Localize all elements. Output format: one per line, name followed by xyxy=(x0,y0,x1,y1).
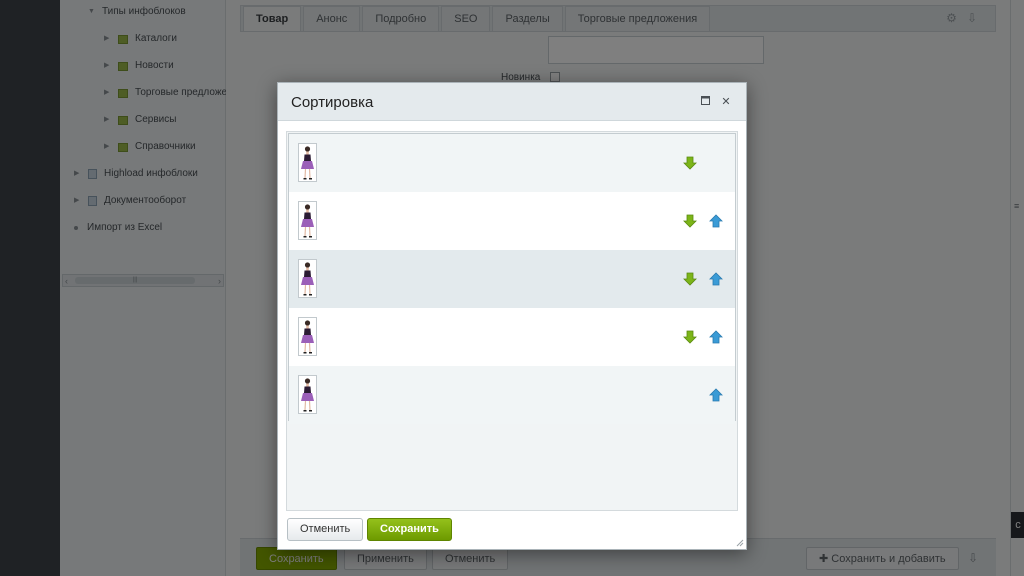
product-thumbnail xyxy=(298,259,317,298)
move-up-icon[interactable] xyxy=(709,388,723,402)
dialog-body xyxy=(286,131,738,511)
dialog-footer: Отменить Сохранить xyxy=(278,511,746,549)
move-down-icon[interactable] xyxy=(683,214,697,228)
sort-row[interactable] xyxy=(289,250,735,308)
move-down-icon[interactable] xyxy=(683,156,697,170)
sort-list xyxy=(288,133,736,424)
sort-row[interactable] xyxy=(289,192,735,250)
product-thumbnail xyxy=(298,201,317,240)
sort-row[interactable] xyxy=(289,134,735,192)
sort-dialog: Сортировка ✕ Отменить Сохранить xyxy=(277,82,747,550)
sort-row[interactable] xyxy=(289,308,735,366)
maximize-icon[interactable] xyxy=(699,96,711,108)
product-thumbnail xyxy=(298,317,317,356)
move-up-icon[interactable] xyxy=(709,272,723,286)
product-thumbnail xyxy=(298,143,317,182)
dialog-header[interactable]: Сортировка ✕ xyxy=(278,83,746,121)
move-up-icon[interactable] xyxy=(709,214,723,228)
move-up-icon[interactable] xyxy=(709,330,723,344)
close-icon[interactable]: ✕ xyxy=(720,96,732,108)
dialog-title: Сортировка xyxy=(291,94,374,111)
resize-grip-icon[interactable] xyxy=(736,539,744,547)
move-down-icon[interactable] xyxy=(683,272,697,286)
product-thumbnail xyxy=(298,375,317,414)
save-button[interactable]: Сохранить xyxy=(367,518,452,541)
cancel-button[interactable]: Отменить xyxy=(287,518,364,541)
move-down-icon[interactable] xyxy=(683,330,697,344)
sort-row[interactable] xyxy=(289,366,735,424)
